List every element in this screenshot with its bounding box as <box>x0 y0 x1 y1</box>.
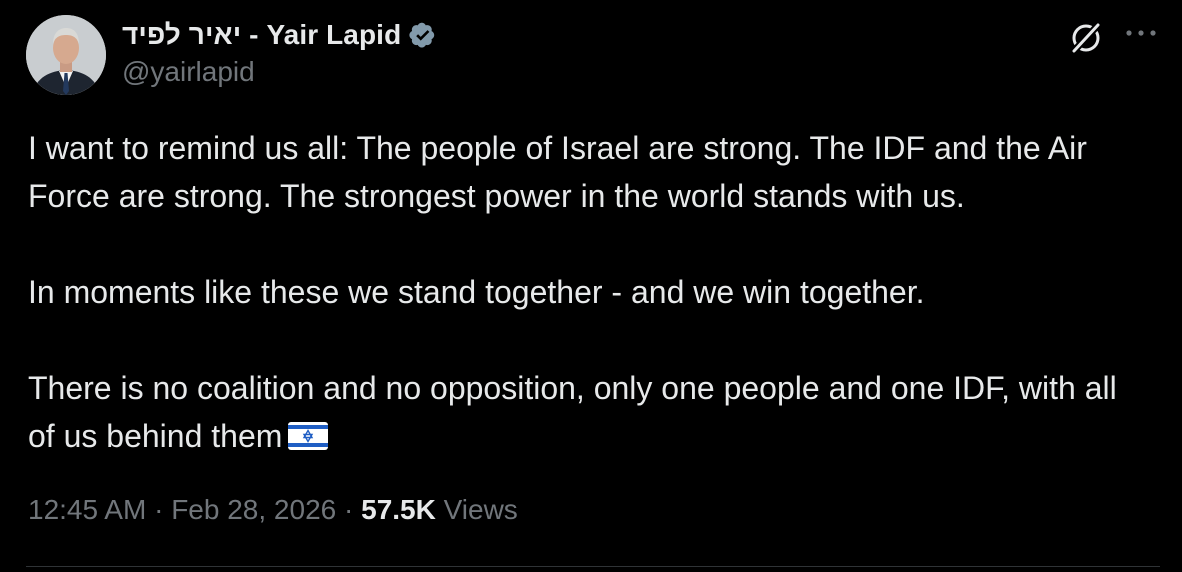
tweet-date[interactable]: Feb 28, 2026 <box>171 494 336 525</box>
tweet-meta: 12:45 AM · Feb 28, 2026 · 57.5K Views <box>28 494 518 526</box>
views-count: 57.5K <box>361 494 436 525</box>
divider <box>26 566 1160 567</box>
views-label: Views <box>443 494 518 525</box>
grok-icon[interactable] <box>1068 20 1104 56</box>
tweet-paragraph: In moments like these we stand together … <box>28 274 925 310</box>
tweet-card: יאיר לפיד - Yair Lapid @yairlapid I want… <box>0 0 1182 572</box>
tweet-text: I want to remind us all: The people of I… <box>28 124 1138 460</box>
meta-separator: · <box>154 494 164 525</box>
avatar[interactable] <box>26 15 106 95</box>
tweet-paragraph-last: There is no coalition and no opposition,… <box>28 364 1138 460</box>
tweet-time[interactable]: 12:45 AM <box>28 494 146 525</box>
verified-badge-icon <box>409 22 435 48</box>
author-handle[interactable]: @yairlapid <box>122 56 255 88</box>
tweet-paragraph: I want to remind us all: The people of I… <box>28 130 1087 214</box>
israel-flag-icon <box>288 422 329 450</box>
tweet-paragraph: There is no coalition and no opposition,… <box>28 370 1117 454</box>
author-name-row[interactable]: יאיר לפיד - Yair Lapid <box>122 17 439 53</box>
more-options-icon[interactable] <box>1124 26 1158 40</box>
meta-separator: · <box>344 494 354 525</box>
avatar-photo <box>26 15 106 95</box>
display-name[interactable]: יאיר לפיד - Yair Lapid <box>122 19 401 51</box>
